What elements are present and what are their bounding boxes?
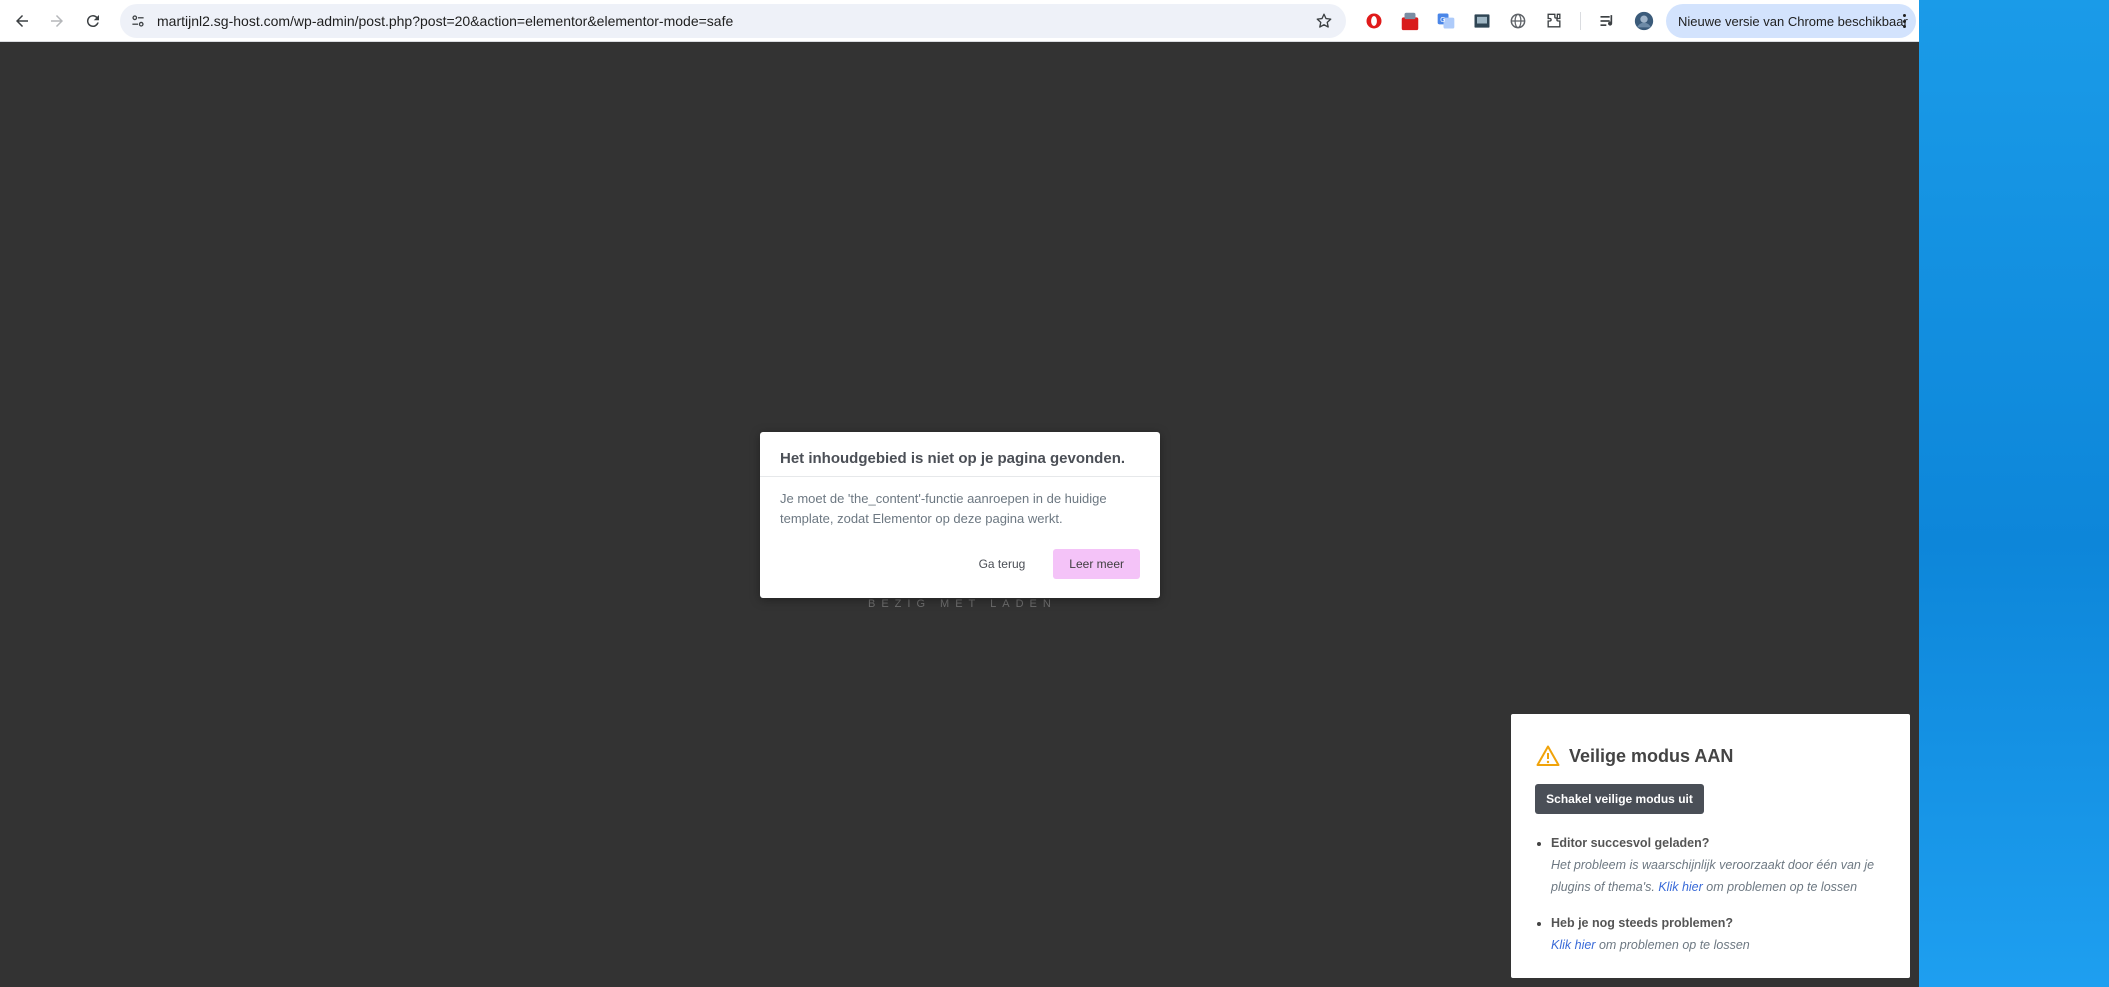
translate-extension-icon[interactable]: G	[1434, 9, 1458, 33]
reload-icon	[86, 15, 99, 28]
forward-icon	[51, 15, 63, 27]
opera-extension-icon[interactable]	[1362, 9, 1386, 33]
dialog-message: Je moet de 'the_content'-functie aanroep…	[780, 491, 1107, 526]
toolbar-divider	[1580, 12, 1581, 30]
red-extension-icon[interactable]	[1398, 9, 1422, 33]
svg-text:G: G	[1440, 16, 1445, 24]
chrome-update-button[interactable]: Nieuwe versie van Chrome beschikbaar	[1666, 4, 1916, 38]
content-area-error-dialog: Het inhoudgebied is niet op je pagina ge…	[760, 432, 1160, 598]
troubleshoot-link[interactable]: Klik hier	[1658, 880, 1702, 894]
media-queue-icon[interactable]	[1596, 9, 1620, 33]
learn-more-button[interactable]: Leer meer	[1053, 549, 1140, 579]
browser-window: martijnl2.sg-host.com/wp-admin/post.php?…	[0, 0, 1919, 987]
back-button[interactable]	[8, 7, 36, 35]
dialog-title: Het inhoudgebied is niet op je pagina ge…	[780, 450, 1126, 467]
url-text: martijnl2.sg-host.com/wp-admin/post.php?…	[157, 13, 734, 29]
warning-icon	[1536, 745, 1560, 766]
list-item: Editor succesvol geladen? Het probleem i…	[1551, 832, 1891, 898]
globe-extension-icon[interactable]	[1506, 9, 1530, 33]
dialog-actions: Ga terug Leer meer	[969, 549, 1140, 579]
safe-mode-header: Veilige modus AAN	[1535, 744, 1733, 768]
desktop-background	[1919, 0, 2109, 987]
forward-button[interactable]	[43, 7, 71, 35]
list-item: Heb je nog steeds problemen? Klik hier o…	[1551, 912, 1891, 956]
help-question: Editor succesvol geladen?	[1551, 836, 1710, 850]
browser-toolbar: martijnl2.sg-host.com/wp-admin/post.php?…	[0, 0, 1919, 42]
safe-mode-help-list: Editor succesvol geladen? Het probleem i…	[1551, 832, 1891, 970]
address-bar[interactable]: martijnl2.sg-host.com/wp-admin/post.php?…	[120, 4, 1346, 38]
help-suffix: om problemen op te lossen	[1706, 880, 1858, 894]
bookmark-star-icon[interactable]	[1314, 11, 1334, 31]
menu-kebab-icon[interactable]	[1900, 12, 1908, 30]
go-back-button[interactable]: Ga terug	[969, 549, 1036, 579]
troubleshoot-link[interactable]: Klik hier	[1551, 938, 1595, 952]
help-suffix: om problemen op te lossen	[1598, 938, 1750, 952]
extensions-puzzle-icon[interactable]	[1542, 9, 1566, 33]
help-question: Heb je nog steeds problemen?	[1551, 916, 1733, 930]
back-icon	[16, 15, 28, 27]
update-notice-text: Nieuwe versie van Chrome beschikbaar	[1678, 14, 1908, 29]
disable-safe-mode-button[interactable]: Schakel veilige modus uit	[1535, 784, 1704, 814]
safe-mode-panel: Veilige modus AAN Schakel veilige modus …	[1511, 714, 1910, 978]
profile-avatar-icon[interactable]	[1632, 9, 1656, 33]
loading-text: BEZIG MET LADEN	[868, 598, 1057, 610]
safe-mode-title: Veilige modus AAN	[1569, 745, 1734, 766]
dialog-header: Het inhoudgebied is niet op je pagina ge…	[760, 432, 1160, 477]
site-info-icon[interactable]	[128, 11, 148, 31]
reload-button[interactable]	[79, 7, 107, 35]
screen-extension-icon[interactable]	[1470, 9, 1494, 33]
